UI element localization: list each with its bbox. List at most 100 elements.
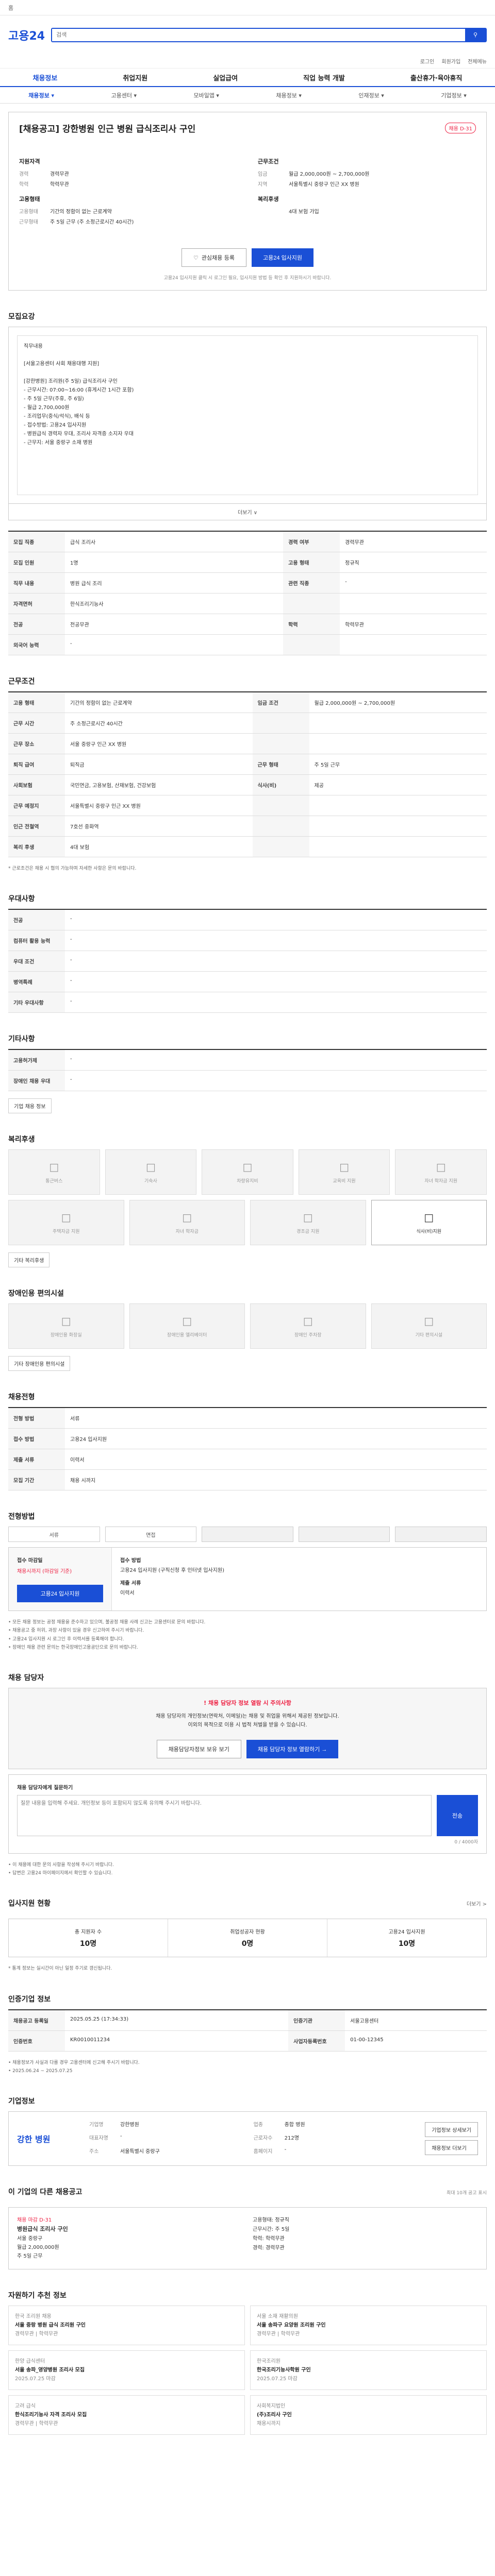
signup-link[interactable]: 회원가입 (441, 57, 460, 65)
row-value: 고용24 입사지원 (65, 1428, 487, 1450)
question-send-button[interactable]: 전송 (437, 1794, 478, 1836)
bullet: • 2025.06.24 ~ 2025.07.25 (8, 2068, 73, 2074)
company-key: 근로자수 (253, 2135, 273, 2141)
search-input[interactable] (52, 28, 465, 41)
job-title: [채용공고] 강한병원 인근 병원 급식조리사 구인 (19, 124, 196, 134)
row-value: - (65, 1070, 487, 1092)
recommend-box[interactable]: 채용 마감 D-31 병원급식 조리사 구인 서울 중랑구 월급 2,000,0… (8, 2207, 487, 2269)
benefit-item: □ 장애인 주차장 (250, 1303, 366, 1349)
company-value: - (120, 2133, 122, 2139)
row-key: 장애인 채용 우대 (8, 1070, 65, 1092)
benefit-icon: □ (436, 1160, 446, 1173)
subnav-4[interactable]: 인재정보 ▾ (358, 91, 384, 99)
kv-key: 임금 (258, 172, 268, 177)
nav-employment-support[interactable]: 취업지원 (123, 73, 147, 82)
subnav-3[interactable]: 채용정보 ▾ (276, 91, 302, 99)
rec-line: 고용형태: 정규직 (253, 2217, 289, 2223)
subnav-2[interactable]: 모바일앱 ▾ (193, 91, 219, 99)
welfare-head: 복리후생 (258, 196, 279, 202)
row-value (309, 713, 487, 734)
company-value: 서울특별시 중랑구 (120, 2148, 160, 2155)
benefit-label: 자녀 학자금 지원 (424, 1178, 458, 1184)
similar-card[interactable]: 고려 급식 한식조리기능사 자격 조리사 모집 경력무관 | 학력무관 (8, 2395, 245, 2435)
row-key: 병역특례 (8, 971, 65, 993)
table-row: 모집 인원 1명 고용 형태 정규직 (8, 552, 487, 573)
similar-card[interactable]: 사회복지법인 (주)조리사 구인 채용시까지 (250, 2395, 487, 2435)
benefit-icon: □ (424, 1211, 434, 1224)
desc-text: 직무내용 [서울고용센터 사회 채용대행 지원] [강한병원] 조리원(주 5일… (17, 335, 478, 495)
bullet: • 모든 채용 정보는 공정 채용을 준수하고 있으며, 불공정 채용 사례 신… (8, 1620, 206, 1625)
nav-parental-leave[interactable]: 출산휴가·육아휴직 (410, 73, 463, 82)
card-meta: 경력무관 | 학력무관 (15, 2331, 58, 2337)
table-row: 근무 예정지 서울특별시 중랑구 인근 XX 병원 (8, 795, 487, 816)
company-key: 홈페이지 (253, 2148, 273, 2155)
site-logo[interactable]: 고용24 (8, 27, 45, 43)
home-link[interactable]: 홈 (8, 4, 13, 12)
nav-unemployment[interactable]: 실업급여 (213, 73, 238, 82)
row-key: 인근 전철역 (8, 816, 65, 837)
disabled-tag: 기타 장애인용 편의시설 (8, 1356, 71, 1371)
kv-key: 지역 (258, 182, 268, 188)
row-key: 자격면허 (8, 593, 65, 614)
nav-training[interactable]: 직업 능력 개발 (303, 73, 345, 82)
bullet: • 고용24 입사지원 시 로그인 후 이력서를 등록해야 합니다. (8, 1636, 124, 1642)
similar-card[interactable]: 서울 소재 재활의원 서울 송파구 요양원 조리원 구인 경력무관 | 학력무관 (250, 2305, 487, 2345)
deadline-head: 접수 마감일 (17, 1558, 43, 1564)
job-title-box: [채용공고] 강한병원 인근 병원 급식조리사 구인 채용 D-31 지원자격 … (8, 112, 487, 291)
row-value: - (65, 971, 487, 993)
stage-row: 서류 면접 (8, 1527, 487, 1543)
benefit-label: 기타 편의시설 (415, 1332, 443, 1338)
recommend-title: 이 기업의 다른 채용공고 (8, 2188, 82, 2196)
row-key: 근무 장소 (8, 733, 65, 754)
topbar: 홈 (0, 0, 495, 15)
stats-note: * 통계 정보는 실시간이 아닌 일정 주기로 갱신됩니다. (8, 1966, 112, 1972)
cond-note: * 근로조건은 채용 시 협의 가능하며 자세한 사항은 문의 바랍니다. (8, 866, 137, 871)
question-input[interactable] (17, 1794, 432, 1836)
pref-title: 우대사항 (8, 895, 35, 904)
similar-title: 자원하기 추천 정보 (8, 2291, 67, 2300)
search-button[interactable]: ⚲ (465, 28, 486, 41)
table-row: 기타 우대사항 - (8, 992, 487, 1013)
stat-item: 취업성공자 현황 0명 (168, 1919, 327, 1957)
benefit-icon: □ (424, 1314, 434, 1327)
row-key (283, 634, 340, 655)
company-jobs-button[interactable]: 채용정보 더보기 (425, 2140, 478, 2155)
similar-card[interactable]: 한국조리원 한국조리기능사학원 구인 2025.07.25 마감 (250, 2350, 487, 2390)
row-value: 한식조리기능사 (65, 593, 284, 614)
row-value: 병원 급식 조리 (65, 572, 284, 594)
contact-view-button[interactable]: 채용 담당자 정보 열람하기 → (246, 1739, 339, 1758)
benefit-label: 장애인 주차장 (294, 1332, 322, 1338)
company-key: 주소 (89, 2148, 99, 2155)
apply-button-2[interactable]: 고용24 입사지원 (17, 1585, 103, 1603)
row-key: 인증기관 (288, 2009, 345, 2031)
manage-notes: • 채용정보가 사실과 다를 경우 고용센터에 신고해 주시기 바랍니다. • … (8, 2059, 487, 2075)
company-key: 업종 (253, 2122, 263, 2128)
row-value: KR0010011234 (65, 2030, 289, 2052)
kv-val: 기간의 정함이 없는 근로계약 (50, 209, 112, 215)
deadline-date: 채용시까지 (마감일 기준) (17, 1569, 72, 1575)
table-row: 근무 시간 주 소정근로시간 40시간 (8, 713, 487, 734)
subnav-1[interactable]: 고용센터 ▾ (111, 91, 137, 99)
manage-table: 채용공고 등록일 2025.05.25 (17:34:33) 인증기관 서울고용센터 인… (8, 2009, 487, 2052)
table-row: 전공 - (8, 909, 487, 931)
benefit-icon: □ (61, 1314, 71, 1327)
company-detail-button[interactable]: 기업정보 상세보기 (425, 2122, 478, 2137)
apply-button[interactable]: 고용24 입사지원 (252, 248, 314, 267)
card-title: 서울 송파_영양병원 조리사 모집 (15, 2367, 85, 2373)
login-link[interactable]: 로그인 (420, 57, 435, 65)
row-key: 인증번호 (8, 2030, 65, 2052)
benefit-label: 기숙사 (144, 1178, 157, 1184)
subnav-5[interactable]: 기업정보 ▾ (441, 91, 467, 99)
benefit-item: □ 주택자금 지원 (8, 1200, 124, 1246)
nav-jobs[interactable]: 채용정보 (33, 73, 58, 82)
subnav-0[interactable]: 채용정보 ▾ (28, 91, 54, 99)
row-value: 01-00-12345 (345, 2030, 487, 2052)
allmenu-link[interactable]: 전체메뉴 (468, 57, 487, 65)
favorite-button[interactable]: ♡ 관심채용 등록 (181, 248, 247, 267)
similar-card[interactable]: 한양 급식센터 서울 송파_영양병원 조리사 모집 2025.07.25 마감 (8, 2350, 245, 2390)
contact-save-button[interactable]: 채용담당자정보 보유 보기 (156, 1739, 241, 1758)
desc-more-button[interactable]: 더보기 ∨ (8, 504, 487, 520)
stats-more-link[interactable]: 더보기 > (467, 1900, 487, 1907)
card-meta: 경력무관 | 학력무관 (257, 2331, 300, 2337)
similar-card[interactable]: 한국 조리원 채용 서울 중랑 병원 급식 조리원 구인 경력무관 | 학력무관 (8, 2305, 245, 2345)
